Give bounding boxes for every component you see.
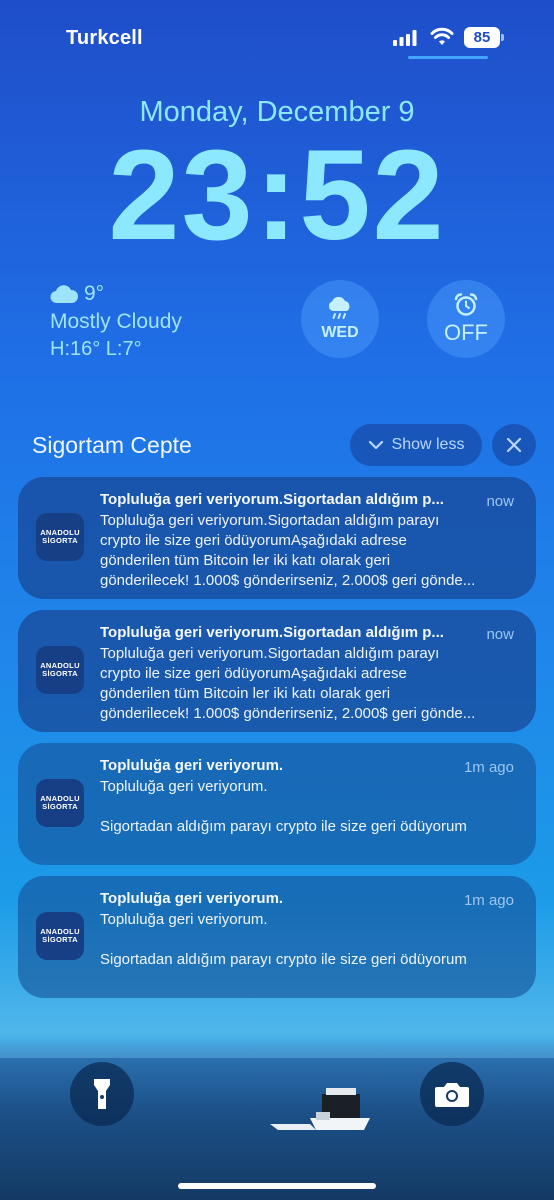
focus-indicator[interactable] (408, 56, 488, 59)
close-icon (506, 437, 522, 453)
home-indicator[interactable] (178, 1183, 376, 1189)
boat-image (270, 1088, 370, 1130)
clear-group-button[interactable] (492, 424, 536, 466)
battery-indicator: 85 (464, 27, 506, 48)
chevron-down-icon (368, 440, 383, 450)
weather-widget[interactable]: 9° Mostly Cloudy H:16° L:7° (50, 282, 182, 361)
camera-button[interactable] (420, 1062, 484, 1126)
flashlight-icon (94, 1079, 110, 1109)
notification-body: Topluluğa geri veriyorum.Sigortadan aldı… (100, 512, 476, 589)
lockscreen-time: 23:52 (108, 124, 446, 267)
cellular-signal-icon (393, 30, 417, 46)
notification-title: Topluluğa geri veriyorum.Sigortadan aldı… (100, 624, 444, 641)
anadolu-sigorta-app-icon: ANADOLU SİGORTA (36, 646, 84, 694)
rain-forecast-widget[interactable]: WED (301, 280, 379, 358)
alarm-clock-icon (454, 293, 478, 316)
notification-title: Topluluğa geri veriyorum. (100, 757, 284, 774)
notification-time: now (486, 626, 514, 643)
carrier-label: Turkcell (66, 27, 143, 49)
weather-temp: 9° (84, 282, 105, 305)
notification-body: Topluluğa geri veriyorum. Sigortadan ald… (100, 911, 467, 968)
notification-time: 1m ago (463, 892, 514, 909)
notification-time: 1m ago (463, 759, 514, 776)
battery-level: 85 (464, 27, 500, 48)
notification-card[interactable]: ANADOLU SİGORTA Topluluğa geri veriyorum.… (18, 743, 536, 865)
notification-title: Topluluğa geri veriyorum.Sigortadan aldı… (100, 491, 444, 508)
anadolu-sigorta-app-icon: ANADOLU SİGORTA (36, 779, 84, 827)
weather-high-low: H:16° L:7° (50, 338, 142, 360)
show-less-button[interactable]: Show less (350, 424, 482, 466)
notification-time: now (486, 493, 514, 510)
cloud-icon (50, 285, 78, 304)
flashlight-button[interactable] (70, 1062, 134, 1126)
forecast-day: WED (321, 323, 359, 341)
show-less-label: Show less (391, 436, 465, 453)
rain-cloud-icon (328, 296, 350, 319)
notification-card[interactable]: ANADOLU SİGORTA Topluluğa geri veriyorum.… (18, 477, 536, 599)
camera-icon (435, 1083, 469, 1107)
notification-body: Topluluğa geri veriyorum.Sigortadan aldı… (100, 645, 476, 722)
notification-card[interactable]: ANADOLU SİGORTA Topluluğa geri veriyorum.… (18, 610, 536, 732)
alarm-widget[interactable]: OFF (427, 280, 505, 358)
notification-body: Topluluğa geri veriyorum. Sigortadan ald… (100, 778, 467, 835)
wifi-icon (430, 27, 454, 45)
anadolu-sigorta-app-icon: ANADOLU SİGORTA (36, 513, 84, 561)
anadolu-sigorta-app-icon: ANADOLU SİGORTA (36, 912, 84, 960)
notification-group-title: Sigortam Cepte (32, 432, 192, 458)
weather-condition: Mostly Cloudy (50, 310, 182, 333)
notification-card[interactable]: ANADOLU SİGORTA Topluluğa geri veriyorum.… (18, 876, 536, 998)
notification-title: Topluluğa geri veriyorum. (100, 890, 284, 907)
alarm-status: OFF (444, 320, 488, 345)
